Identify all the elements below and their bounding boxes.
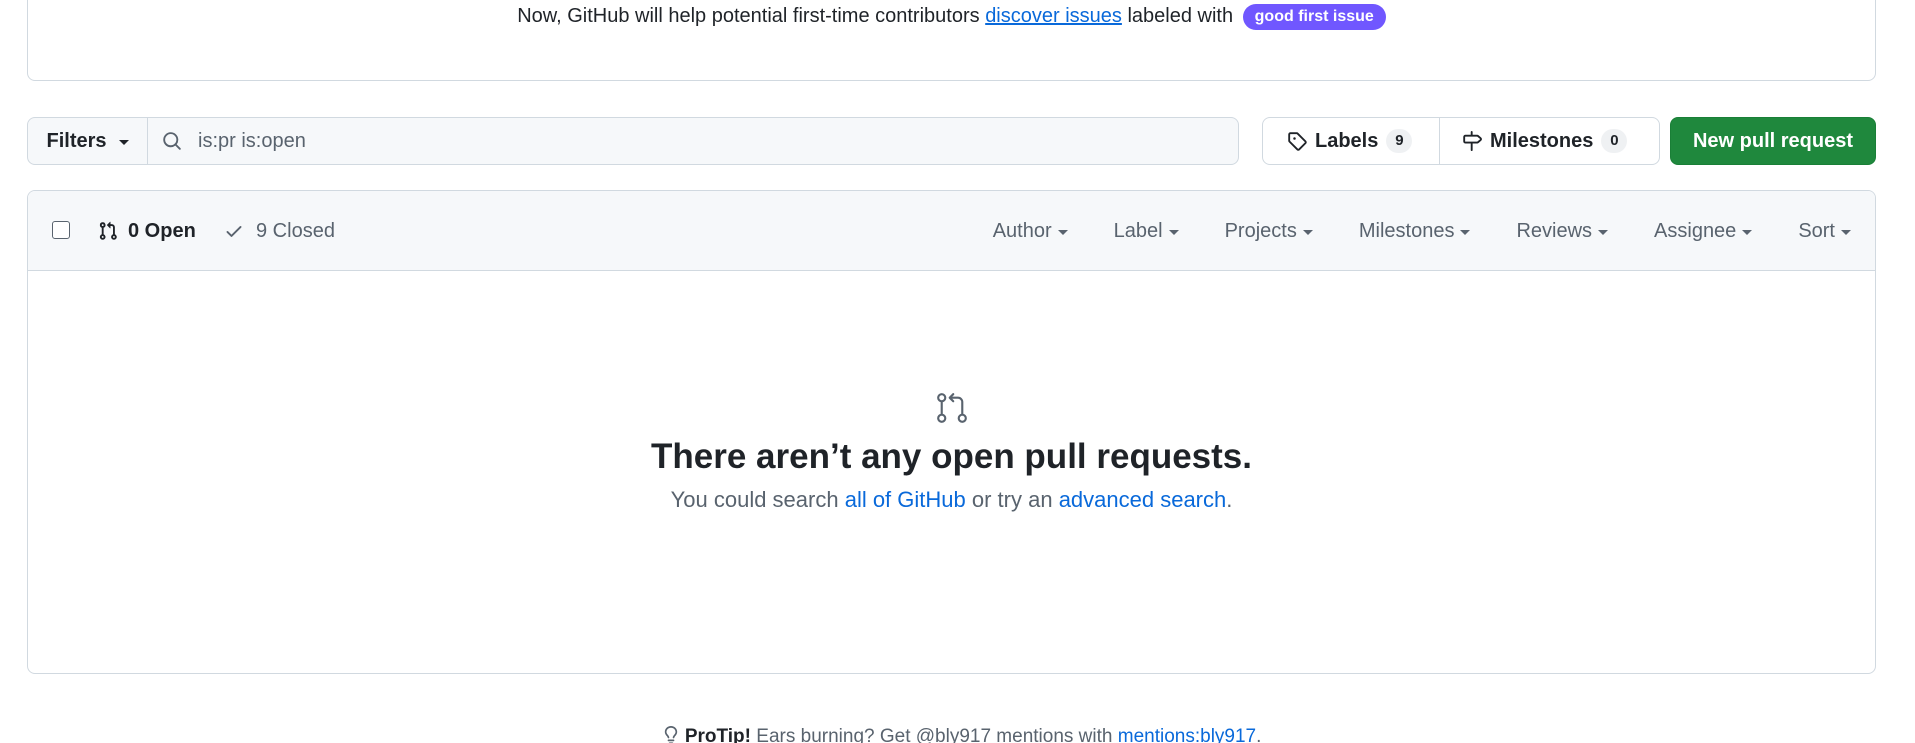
chevron-down-icon <box>1841 229 1851 235</box>
select-all-checkbox[interactable] <box>52 221 70 239</box>
search-input[interactable] <box>198 129 1098 153</box>
protip-text: Ears burning? Get @bly917 mentions with <box>751 726 1118 743</box>
pull-request-list: 0 Open 9 Closed Author Label Projects Mi… <box>27 190 1876 674</box>
empty-state-text: You could search all of GitHub or try an… <box>28 487 1875 513</box>
chevron-down-icon <box>1598 229 1609 235</box>
closed-count-label: 9 Closed <box>256 219 335 242</box>
sort-menu-label: Sort <box>1798 219 1835 242</box>
protip-text-end: . <box>1256 726 1262 743</box>
open-state-tab[interactable]: 0 Open <box>98 191 196 271</box>
projects-menu[interactable]: Projects <box>1225 220 1313 243</box>
label-menu-label: Label <box>1113 219 1163 242</box>
discover-issues-link[interactable]: discover issues <box>985 5 1122 27</box>
milestone-icon <box>1463 131 1482 151</box>
labels-milestones-group: Labels 9 Milestones 0 <box>1262 117 1660 165</box>
assignee-menu[interactable]: Assignee <box>1654 219 1753 243</box>
assignee-menu-label: Assignee <box>1654 219 1737 242</box>
good-first-issue-label[interactable]: good first issue <box>1242 4 1386 30</box>
all-of-github-link[interactable]: all of GitHub <box>845 487 966 512</box>
tag-icon <box>1288 132 1307 151</box>
chevron-down-icon <box>1742 229 1753 235</box>
chevron-down-icon <box>118 139 129 145</box>
labels-label: Labels <box>1315 129 1379 152</box>
git-pull-request-icon <box>99 221 117 240</box>
check-icon <box>226 226 242 237</box>
chevron-down-icon <box>1460 229 1471 235</box>
sort-menu[interactable]: Sort <box>1798 220 1851 243</box>
empty-state: There aren’t any open pull requests. You… <box>28 391 1875 513</box>
labels-button[interactable]: Labels 9 <box>1263 118 1439 164</box>
author-menu-label: Author <box>992 219 1052 242</box>
milestones-menu-label: Milestones <box>1358 219 1455 242</box>
list-header: 0 Open 9 Closed Author Label Projects Mi… <box>28 191 1875 271</box>
protip-label: ProTip! <box>684 726 751 743</box>
milestones-button[interactable]: Milestones 0 <box>1439 118 1641 164</box>
new-pull-request-button[interactable]: New pull request <box>1670 117 1876 165</box>
filters-label: Filters <box>46 129 107 152</box>
milestones-count: 0 <box>1601 129 1628 153</box>
author-menu[interactable]: Author <box>993 220 1068 243</box>
banner-text-end: labeled with <box>1121 5 1239 27</box>
contributors-banner: Now, GitHub will help potential first-ti… <box>27 0 1876 81</box>
search-icon <box>163 132 181 150</box>
closed-state-tab[interactable]: 9 Closed <box>224 191 335 271</box>
milestones-menu[interactable]: Milestones <box>1359 220 1471 243</box>
reviews-menu-label: Reviews <box>1516 219 1593 242</box>
filters-dropdown-button[interactable]: Filters <box>28 118 148 164</box>
projects-menu-label: Projects <box>1224 219 1297 242</box>
filter-menus: Author Label Projects Milestones Reviews… <box>947 191 1851 271</box>
chevron-down-icon <box>1302 229 1313 235</box>
search-field-wrapper <box>148 118 1238 164</box>
banner-text: Now, GitHub will help potential first-ti… <box>28 1 1875 31</box>
empty-state-text-middle: or try an <box>965 487 1059 512</box>
empty-state-text-start: You could search <box>670 487 845 512</box>
empty-state-text-end: . <box>1226 487 1233 512</box>
labels-count: 9 <box>1386 129 1413 153</box>
milestones-label: Milestones <box>1490 129 1594 152</box>
chevron-down-icon <box>1057 229 1068 235</box>
reviews-menu[interactable]: Reviews <box>1516 219 1609 243</box>
label-menu[interactable]: Label <box>1114 220 1179 243</box>
light-bulb-icon <box>664 726 677 743</box>
git-pull-request-icon <box>936 393 967 423</box>
advanced-search-link[interactable]: advanced search <box>1059 487 1227 512</box>
mentions-link[interactable]: mentions:bly917 <box>1118 726 1256 743</box>
banner-text-start: Now, GitHub will help potential first-ti… <box>517 5 986 27</box>
protip: ProTip! Ears burning? Get @bly917 mentio… <box>0 725 1915 743</box>
open-count-label: 0 Open <box>128 219 196 242</box>
filter-bar: Filters <box>27 117 1239 165</box>
chevron-down-icon <box>1168 229 1179 235</box>
empty-state-title: There aren’t any open pull requests. <box>651 437 1252 476</box>
